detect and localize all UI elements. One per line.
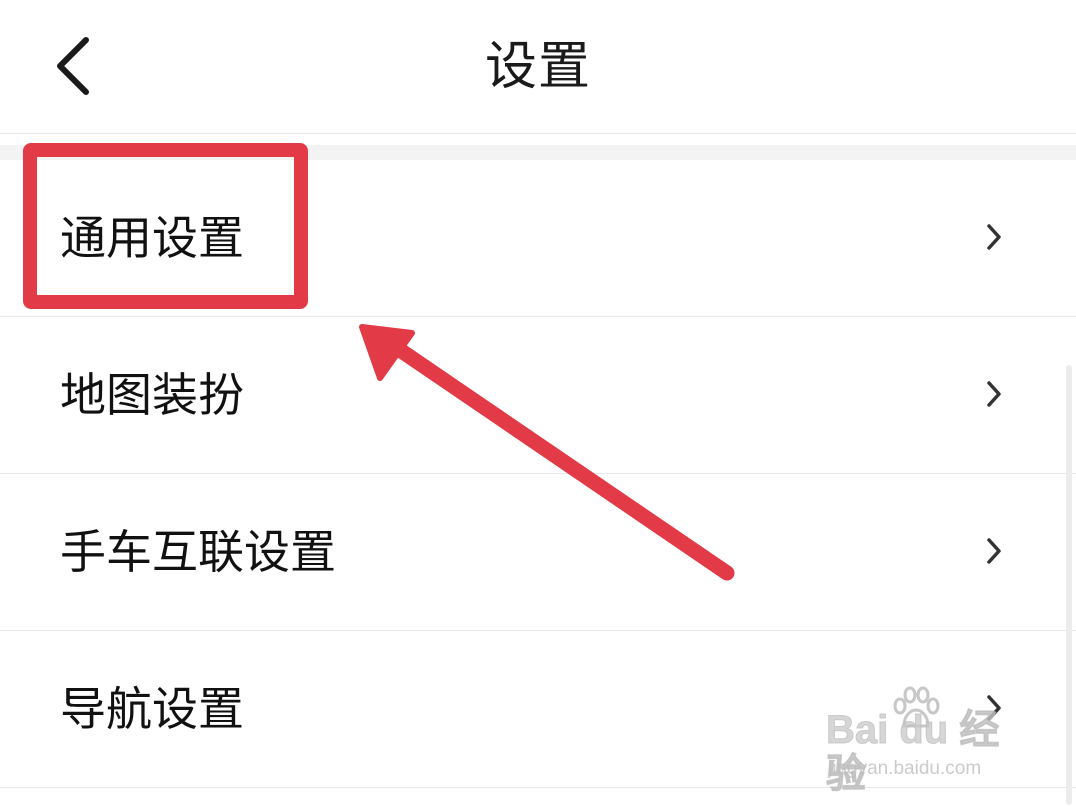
settings-screen: 设置 通用设置 地图装扮 手车互联设置 导航设置 Bai du 经验 jingy… [0,0,1076,807]
chevron-right-icon [987,381,1001,407]
settings-item-label: 导航设置 [60,682,244,736]
settings-item-label: 手车互联设置 [60,525,336,579]
settings-item-phone-car-link[interactable]: 手车互联设置 [0,474,1076,631]
settings-item-navigation[interactable]: 导航设置 [0,631,1076,788]
settings-item-label: 地图装扮 [60,368,244,422]
chevron-right-icon [987,695,1001,721]
settings-item-map-skin[interactable]: 地图装扮 [0,317,1076,474]
settings-item-label: 通用设置 [60,211,244,265]
header-bar: 设置 [0,0,1076,134]
page-title: 设置 [484,37,591,97]
chevron-right-icon [987,538,1001,564]
section-divider [0,145,1076,160]
settings-list: 通用设置 地图装扮 手车互联设置 导航设置 [0,160,1076,788]
chevron-right-icon [987,224,1001,250]
settings-item-general[interactable]: 通用设置 [0,160,1076,317]
scrollbar[interactable] [1066,365,1072,805]
